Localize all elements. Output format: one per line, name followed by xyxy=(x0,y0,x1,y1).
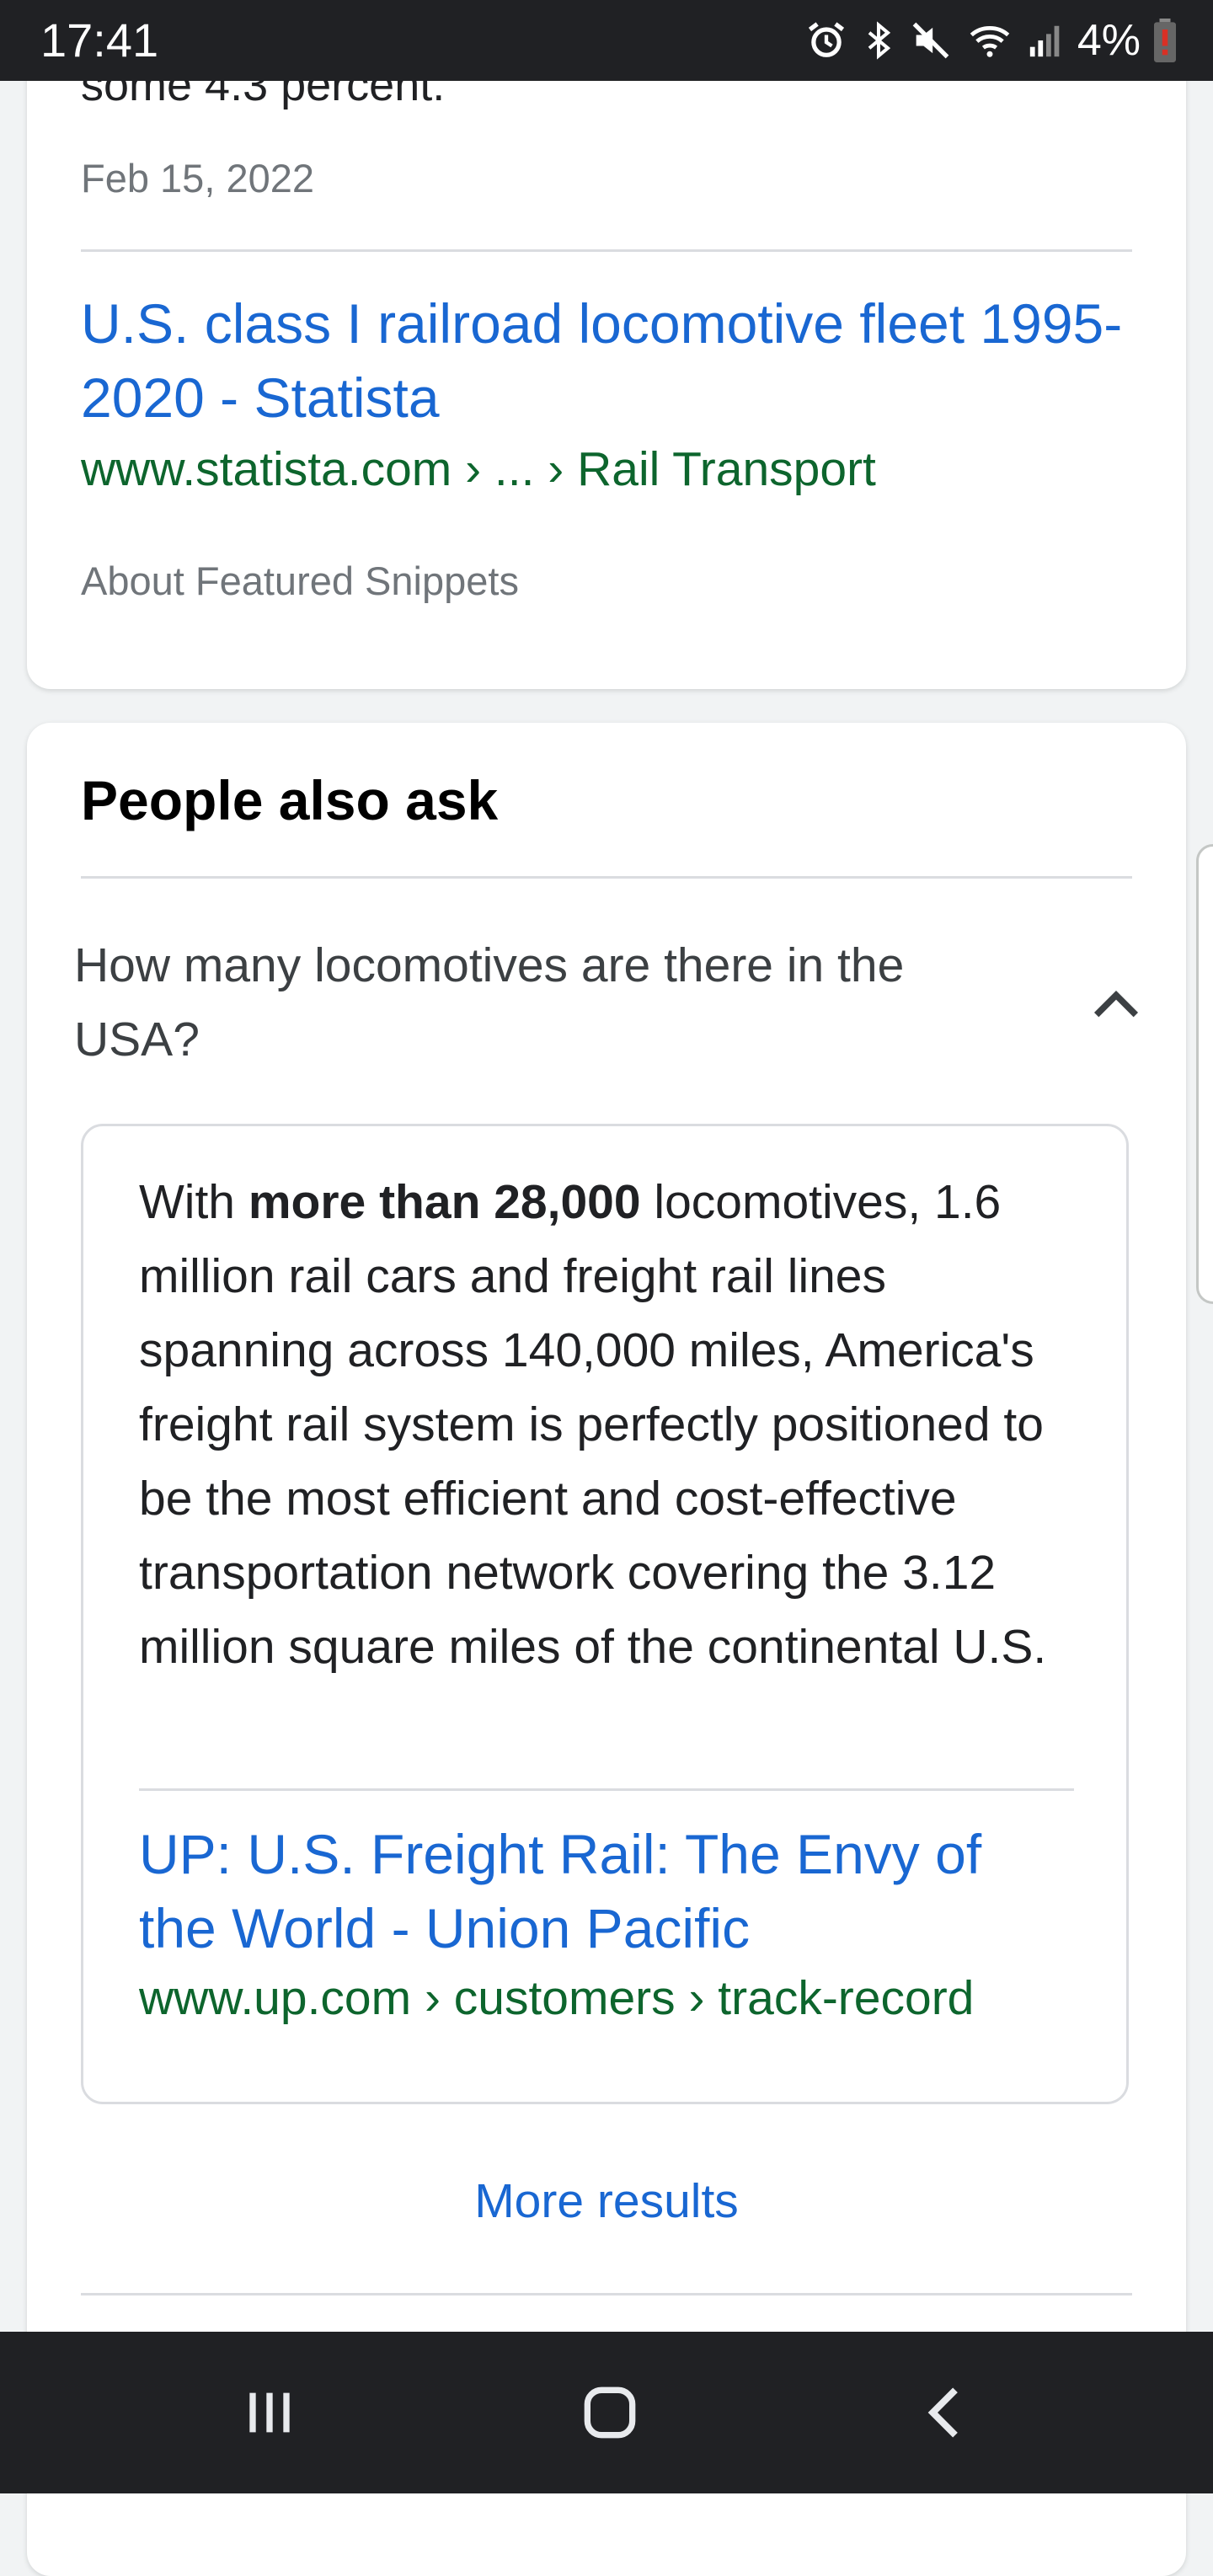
paa-source-link[interactable]: UP: U.S. Freight Rail: The Envy of the W… xyxy=(139,1817,1074,1965)
featured-snippet-card: some 4.3 percent. Feb 15, 2022 U.S. clas… xyxy=(27,0,1186,689)
answer-rest: locomotives, 1.6 million rail cars and f… xyxy=(139,1175,1047,1674)
battery-percent: 4% xyxy=(1077,16,1141,65)
paa-question[interactable]: How many locomotives are there in the US… xyxy=(74,928,1018,1077)
mute-icon xyxy=(912,22,949,59)
bluetooth-icon xyxy=(868,21,890,60)
people-also-ask-card: People also ask How many locomotives are… xyxy=(27,723,1186,2576)
snippet-date: Feb 15, 2022 xyxy=(81,156,314,200)
snippet-source-url[interactable]: www.statista.com › ... › Rail Transport xyxy=(81,440,876,499)
home-icon[interactable] xyxy=(576,2379,644,2446)
paa-answer-text: With more than 28,000 locomotives, 1.6 m… xyxy=(139,1165,1074,1684)
paa-answer-box: With more than 28,000 locomotives, 1.6 m… xyxy=(81,1124,1129,2104)
side-panel-handle[interactable] xyxy=(1196,844,1213,1304)
divider xyxy=(139,1788,1074,1791)
status-time: 17:41 xyxy=(40,13,159,67)
back-icon[interactable] xyxy=(913,2379,981,2446)
divider xyxy=(81,2293,1132,2295)
answer-highlight: more than 28,000 xyxy=(248,1175,641,1229)
paa-source-url[interactable]: www.up.com › customers › track-record xyxy=(139,1969,974,2028)
about-featured-snippets-link[interactable]: About Featured Snippets xyxy=(81,556,519,607)
status-icons: 4% xyxy=(804,12,1178,69)
wifi-icon xyxy=(970,26,1010,57)
divider xyxy=(81,876,1132,879)
alarm-icon xyxy=(808,22,844,57)
more-results-link[interactable]: More results xyxy=(27,2172,1186,2231)
answer-lead: With xyxy=(139,1175,248,1229)
status-bar: 17:41 4% xyxy=(0,0,1213,81)
recent-apps-icon[interactable] xyxy=(236,2379,303,2446)
snippet-source-link[interactable]: U.S. class I railroad locomotive fleet 1… xyxy=(81,286,1125,435)
battery-low-icon xyxy=(1154,19,1176,62)
signal-icon xyxy=(1029,25,1060,57)
navigation-bar xyxy=(0,2332,1213,2493)
chevron-up-icon[interactable] xyxy=(1087,975,1146,1034)
divider xyxy=(81,249,1132,252)
people-also-ask-title: People also ask xyxy=(81,769,499,831)
